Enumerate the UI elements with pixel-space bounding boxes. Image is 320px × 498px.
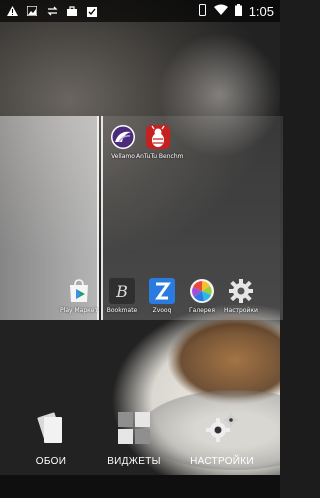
app-label: Bookmate: [106, 307, 138, 314]
sync-icon: [46, 6, 58, 17]
home-edit-options: ОБОИ ВИДЖЕТЫ НАСТРОЙКИ: [0, 400, 280, 475]
app-label: Play Маркет: [60, 307, 98, 314]
app-label: Галерея: [189, 307, 215, 314]
warning-icon: [6, 6, 18, 17]
status-bar: 1:05: [0, 0, 280, 22]
wallpaper-icon: [33, 410, 69, 446]
bookmate-icon: B: [109, 278, 135, 304]
wallpapers-button[interactable]: ОБОИ: [6, 400, 96, 467]
option-label: ВИДЖЕТЫ: [107, 456, 161, 467]
app-gallery[interactable]: Галерея: [180, 278, 224, 315]
settings-icon: [204, 410, 240, 446]
option-label: НАСТРОЙКИ: [190, 456, 254, 467]
zvooq-icon: [149, 278, 175, 304]
app-bookmate[interactable]: B Bookmate: [100, 278, 144, 315]
play-store-icon: [66, 278, 92, 304]
app-settings[interactable]: Настройки: [219, 278, 263, 315]
wifi-icon: [213, 4, 228, 18]
app-label: Zvooq: [152, 307, 172, 314]
widgets-icon: [116, 410, 152, 446]
notification-icons: [6, 6, 98, 17]
widgets-button[interactable]: ВИДЖЕТЫ: [89, 400, 179, 467]
app-zvooq[interactable]: Zvooq: [140, 278, 184, 315]
app-play-market[interactable]: Play Маркет: [57, 278, 101, 315]
option-label: ОБОИ: [35, 456, 67, 467]
app-label: AnTuTu Benchm: [136, 153, 184, 160]
battery-icon: [234, 3, 242, 19]
app-antutu[interactable]: AnTuTu Benchm: [136, 124, 184, 161]
vellamo-icon: [110, 124, 136, 150]
antutu-icon: [145, 124, 171, 150]
clipboard-check-icon: [86, 6, 98, 17]
clock: 1:05: [248, 3, 274, 19]
gallery-icon: [26, 6, 38, 17]
bag-icon: [66, 6, 78, 17]
gallery-pinwheel-icon: [189, 278, 215, 304]
settings-gear-icon: [228, 278, 254, 304]
vibrate-icon: [198, 3, 207, 19]
system-status: 1:05: [198, 3, 274, 19]
app-label: Настройки: [224, 307, 258, 314]
svg-text:B: B: [115, 282, 128, 301]
navigation-bar: [0, 475, 280, 498]
settings-button[interactable]: НАСТРОЙКИ: [177, 400, 267, 467]
